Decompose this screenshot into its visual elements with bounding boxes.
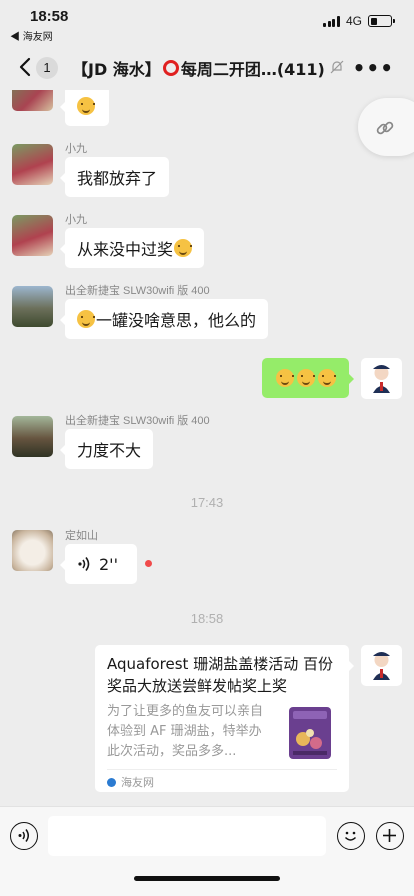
grin-emoji-icon bbox=[317, 369, 336, 387]
my-avatar[interactable] bbox=[361, 358, 402, 399]
message-text: 我都放弃了 bbox=[77, 169, 158, 188]
more-functions-button[interactable] bbox=[376, 822, 404, 850]
message-list[interactable]: 小九 我都放弃了 小九 从来没中过奖 出全新捷宝 SLW30wifi 版 400… bbox=[0, 90, 414, 806]
status-bar: 18:58 ◀ 海友网 4G bbox=[0, 0, 414, 44]
link-card-title: Aquaforest 珊湖盐盖楼活动 百份奖品大放送尝鲜发帖奖上奖 bbox=[107, 655, 333, 695]
back-to-app-link[interactable]: ◀ 海友网 bbox=[10, 28, 53, 43]
smile-emoji-icon bbox=[77, 97, 95, 115]
emoji-button[interactable] bbox=[337, 822, 365, 850]
red-circle-icon bbox=[162, 60, 179, 76]
link-card-description: 为了让更多的鱼友可以亲自体验到 AF 珊湖盐，特举办此次活动，奖品多多... bbox=[107, 704, 264, 759]
link-card-source: 海友网 bbox=[107, 774, 154, 790]
mute-bell-icon bbox=[330, 60, 344, 74]
voice-duration: 2'' bbox=[99, 554, 118, 574]
unread-count-badge[interactable]: 1 bbox=[36, 57, 58, 79]
plus-icon bbox=[383, 829, 396, 842]
my-message-bubble[interactable] bbox=[262, 358, 354, 398]
chat-header: 1 【JD 海水】 每周二开团…(411) ••• bbox=[0, 44, 414, 90]
message-bubble[interactable] bbox=[60, 90, 109, 126]
sender-name: 出全新捷宝 SLW30wifi 版 400 bbox=[65, 415, 210, 427]
officer-avatar-icon bbox=[373, 365, 390, 393]
status-time: 18:58 bbox=[30, 8, 69, 25]
my-avatar[interactable] bbox=[361, 645, 402, 686]
avatar[interactable] bbox=[12, 286, 53, 327]
status-indicators: 4G bbox=[323, 14, 395, 28]
grin-emoji-icon bbox=[296, 369, 315, 387]
timestamp: 18:58 bbox=[190, 611, 224, 626]
sender-name: 出全新捷宝 SLW30wifi 版 400 bbox=[65, 285, 210, 297]
message-bubble[interactable]: 我都放弃了 bbox=[59, 157, 170, 197]
network-label: 4G bbox=[345, 14, 362, 28]
officer-avatar-icon bbox=[373, 652, 390, 680]
more-options-icon[interactable]: ••• bbox=[353, 56, 394, 80]
message-bubble[interactable]: 从来没中过奖 bbox=[59, 228, 205, 268]
salt-bag-thumbnail bbox=[289, 707, 331, 759]
home-indicator[interactable] bbox=[134, 876, 280, 881]
voice-icon bbox=[18, 829, 29, 842]
link-card-source-name: 海友网 bbox=[121, 776, 154, 789]
sender-name: 小九 bbox=[65, 214, 87, 226]
avatar[interactable] bbox=[12, 530, 53, 571]
grin-emoji-icon bbox=[275, 369, 294, 387]
message-text: 一罐没啥意思，他么的 bbox=[96, 311, 257, 330]
chat-title: 【JD 海水】 每周二开团…(411) bbox=[72, 56, 334, 80]
chat-input-bar bbox=[0, 806, 414, 896]
signal-icon bbox=[323, 15, 340, 27]
avatar[interactable] bbox=[12, 144, 53, 185]
card-divider bbox=[107, 769, 337, 770]
smile-emoji-icon bbox=[174, 239, 193, 257]
message-text: 从来没中过奖 bbox=[77, 240, 174, 259]
link-card[interactable]: Aquaforest 珊湖盐盖楼活动 百份奖品大放送尝鲜发帖奖上奖 为了让更多的… bbox=[95, 645, 354, 792]
sender-name: 定如山 bbox=[65, 530, 98, 542]
chat-title-suffix: 每周二开团…(411) bbox=[180, 60, 325, 79]
voice-wave-icon bbox=[78, 557, 90, 571]
timestamp: 17:43 bbox=[190, 495, 224, 510]
facepalm-emoji-icon bbox=[77, 310, 95, 328]
message-text: 力度不大 bbox=[77, 441, 142, 460]
floating-link-button[interactable] bbox=[358, 98, 414, 156]
chat-title-prefix: 【JD 海水】 bbox=[72, 60, 161, 79]
avatar[interactable] bbox=[12, 416, 53, 457]
battery-icon bbox=[368, 15, 395, 27]
avatar[interactable] bbox=[12, 90, 53, 111]
sender-name: 小九 bbox=[65, 143, 87, 155]
avatar[interactable] bbox=[12, 215, 53, 256]
message-input[interactable] bbox=[48, 816, 326, 856]
voice-message-bubble[interactable]: 2'' bbox=[60, 544, 137, 584]
smiley-icon bbox=[344, 831, 357, 841]
message-bubble[interactable]: 力度不大 bbox=[59, 429, 154, 469]
message-bubble[interactable]: 一罐没啥意思，他么的 bbox=[59, 299, 269, 339]
source-app-icon bbox=[107, 777, 116, 787]
link-icon bbox=[376, 121, 394, 135]
voice-input-button[interactable] bbox=[10, 822, 38, 850]
unread-voice-dot bbox=[145, 560, 152, 567]
